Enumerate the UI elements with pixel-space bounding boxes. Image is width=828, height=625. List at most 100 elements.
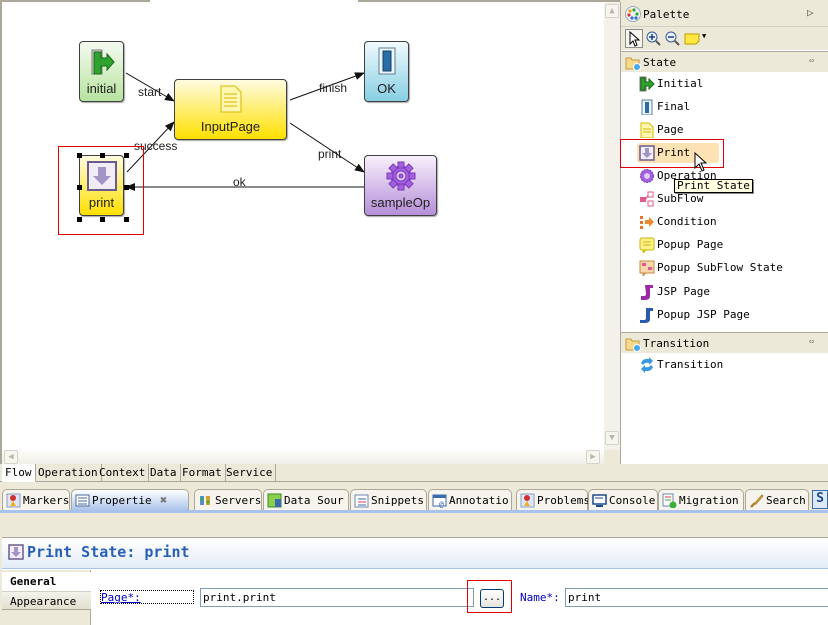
mouse-cursor-icon <box>694 152 708 172</box>
drawer-title: Transition <box>643 337 710 350</box>
node-inputpage[interactable]: InputPage <box>174 79 287 140</box>
tab-format[interactable]: Format <box>179 464 226 482</box>
zoom-out-icon[interactable] <box>665 31 681 47</box>
properties-title: Print State: print <box>27 543 190 561</box>
tab-console[interactable]: Console <box>588 489 658 511</box>
palette-item-initial[interactable]: Initial <box>637 74 817 94</box>
search-icon <box>750 494 764 508</box>
zoom-in-icon[interactable] <box>646 31 662 47</box>
tab-migration[interactable]: Migration <box>658 489 744 511</box>
drawer-state[interactable]: State ⇔ <box>621 51 828 72</box>
popup-subflow-icon <box>639 260 655 276</box>
palette-toolbar: ▼ <box>621 26 828 50</box>
tab-operation[interactable]: Operation <box>35 464 102 482</box>
tab-markers[interactable]: Markers <box>2 489 70 511</box>
tab-data[interactable]: Data <box>147 464 181 482</box>
page-icon <box>220 85 241 113</box>
edge-label-ok: ok <box>233 175 246 189</box>
initial-icon <box>91 49 115 75</box>
gear-icon <box>640 169 654 183</box>
overflow-view-icon[interactable]: S <box>812 490 828 509</box>
horizontal-scrollbar[interactable]: ◀ ▶ <box>2 450 604 464</box>
properties-icon <box>75 494 90 507</box>
tab-problems[interactable]: Problems <box>516 489 590 511</box>
edge-label-print: print <box>318 147 342 161</box>
node-ok-label: OK <box>377 81 396 96</box>
drawer-title: State <box>643 56 677 69</box>
tab-properties[interactable]: Propertie ✖ <box>71 489 189 511</box>
final-icon <box>641 99 653 115</box>
palette-header[interactable]: Palette ▷ <box>621 2 828 26</box>
svg-text:@: @ <box>439 500 444 508</box>
collapse-palette-icon[interactable]: ▷ <box>807 6 814 19</box>
drawer-transition[interactable]: Transition ⇔ <box>621 332 828 353</box>
tab-annotations[interactable]: @ Annotatio <box>428 489 512 511</box>
palette-item-final[interactable]: Final <box>637 97 817 117</box>
palette-item-condition[interactable]: Condition <box>637 212 817 232</box>
annotations-icon: @ <box>432 494 447 508</box>
final-icon <box>378 47 395 75</box>
scroll-right-button[interactable]: ▶ <box>586 450 600 464</box>
initial-icon <box>639 76 655 92</box>
print-icon <box>8 544 24 560</box>
tab-general[interactable]: General <box>2 572 91 591</box>
highlight-box <box>467 580 512 613</box>
palette-item-page[interactable]: Page <box>637 120 817 140</box>
tab-service[interactable]: Service <box>223 464 277 482</box>
palette-title: Palette <box>643 8 690 21</box>
jsp-page-icon <box>641 285 653 300</box>
console-icon <box>592 494 607 507</box>
popup-jsp-icon <box>640 308 653 323</box>
tab-snippets[interactable]: Snippets <box>350 489 427 511</box>
markers-icon <box>6 493 21 508</box>
snippets-icon <box>354 494 369 508</box>
properties-tab-list: General Appearance <box>2 570 91 625</box>
highlight-box <box>620 139 724 168</box>
problems-icon <box>520 493 535 508</box>
close-icon[interactable]: ✖ <box>160 493 167 507</box>
palette-item-popup-page[interactable]: Popup Page <box>637 235 817 255</box>
subflow-icon <box>640 191 654 207</box>
tab-context[interactable]: Context <box>96 464 150 482</box>
tab-appearance[interactable]: Appearance <box>2 591 91 610</box>
node-initial[interactable]: initial <box>79 41 124 102</box>
scroll-left-button[interactable]: ◀ <box>4 450 18 464</box>
tab-servers[interactable]: Servers <box>194 489 262 511</box>
select-tool[interactable] <box>625 29 643 48</box>
scroll-up-button[interactable]: ▲ <box>605 4 619 18</box>
properties-titlebar: Print State: print <box>2 539 828 569</box>
pin-icon[interactable]: ⇔ <box>809 56 814 66</box>
node-inputpage-label: InputPage <box>200 119 261 134</box>
folder-icon <box>625 57 641 71</box>
palette-item-transition[interactable]: Transition <box>637 355 817 375</box>
palette-item-popup-subflow-state[interactable]: Popup SubFlow State <box>637 258 817 278</box>
tab-search[interactable]: Search <box>745 489 809 511</box>
scroll-down-button[interactable]: ▼ <box>605 431 619 445</box>
palette-item-jsp-page[interactable]: JSP Page <box>637 282 817 302</box>
palette-item-popup-jsp-page[interactable]: Popup JSP Page <box>637 305 817 325</box>
note-dropdown-icon[interactable]: ▼ <box>702 32 706 40</box>
palette: Palette ▷ ▼ State ⇔ Initial Final Page P… <box>620 2 828 464</box>
view-tab-bar: Markers Propertie ✖ Servers Data Sour Sn… <box>0 487 828 511</box>
data-source-icon <box>267 493 282 508</box>
tab-flow[interactable]: Flow <box>2 464 36 482</box>
node-sampleop-label: sampleOp <box>370 195 431 210</box>
page-field-link[interactable]: Page*: <box>100 590 194 604</box>
palette-icon <box>625 6 641 22</box>
node-sampleop[interactable]: sampleOp <box>364 155 437 216</box>
name-input[interactable] <box>565 588 828 607</box>
node-ok[interactable]: OK <box>364 41 409 102</box>
page-input[interactable] <box>200 588 474 607</box>
vertical-scrollbar[interactable]: ▲ ▼ <box>604 2 620 450</box>
edge-label-start: start <box>138 85 162 99</box>
highlight-box <box>58 146 144 235</box>
gear-icon <box>386 161 415 191</box>
tooltip: Print State <box>674 179 753 193</box>
folder-icon <box>625 338 641 352</box>
tab-data-source[interactable]: Data Sour <box>263 489 349 511</box>
note-icon[interactable] <box>684 33 700 45</box>
node-initial-label: initial <box>86 81 117 96</box>
popup-page-icon <box>639 237 655 253</box>
name-field-label: Name*: <box>520 591 560 604</box>
pin-icon[interactable]: ⇔ <box>809 337 814 347</box>
